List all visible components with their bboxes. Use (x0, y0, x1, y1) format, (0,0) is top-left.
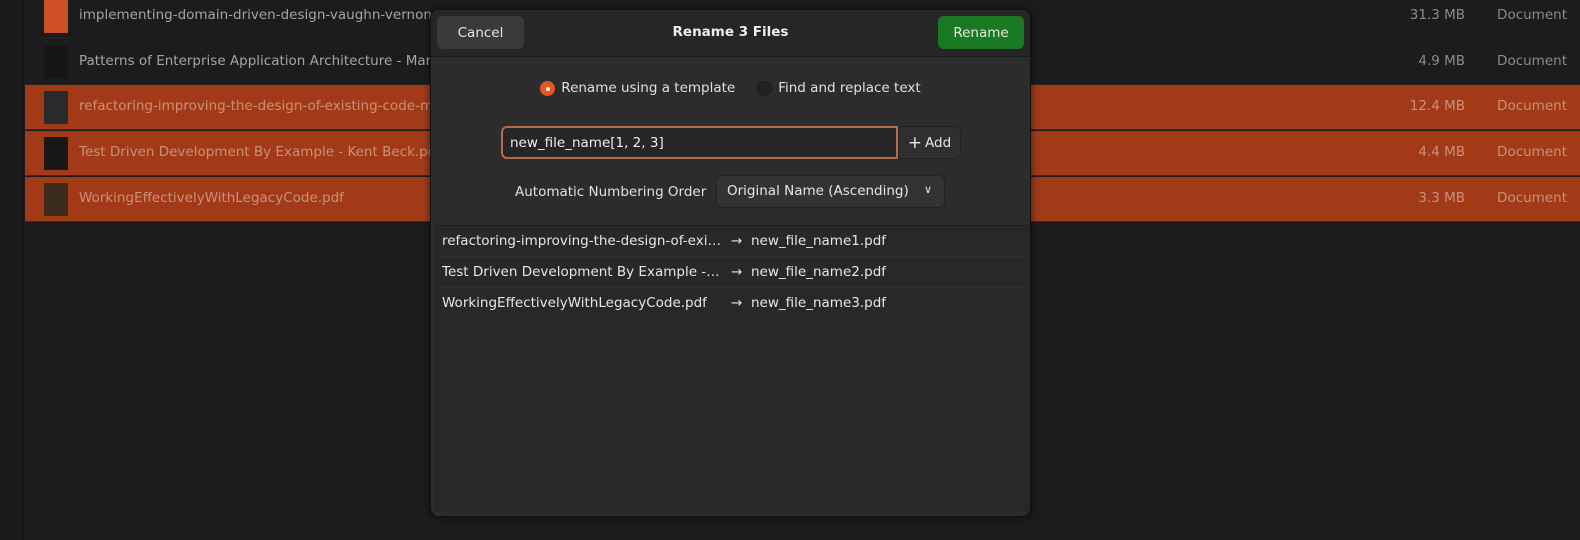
file-type: Document (1497, 190, 1567, 206)
file-type: Document (1497, 53, 1567, 69)
file-type: Document (1497, 144, 1567, 160)
original-name: WorkingEffectivelyWithLegacyCode.pdf (442, 295, 707, 311)
new-name: new_file_name2.pdf (751, 264, 887, 280)
rename-button[interactable]: Rename (938, 16, 1024, 49)
original-name: Test Driven Development By Example - … (442, 264, 722, 280)
file-size: 3.3 MB (1418, 190, 1465, 206)
file-name: WorkingEffectivelyWithLegacyCode.pdf (79, 190, 344, 206)
arrow-icon: → (731, 233, 743, 249)
file-type: Document (1497, 98, 1567, 114)
numbering-label: Automatic Numbering Order (515, 184, 707, 200)
list-item: WorkingEffectivelyWithLegacyCode.pdf → new… (436, 288, 1030, 319)
numbering-order-dropdown[interactable]: Original Name (Ascending) ∨ (716, 175, 945, 208)
file-name: Test Driven Development By Example - Ken… (79, 144, 442, 160)
file-size: 4.4 MB (1418, 144, 1465, 160)
template-input[interactable] (501, 126, 898, 159)
list-item: Test Driven Development By Example - … → n… (436, 257, 1030, 288)
add-label: Add (925, 134, 952, 151)
add-button[interactable]: + Add (898, 126, 961, 159)
plus-icon: + (907, 132, 923, 153)
radio-label: Find and replace text (778, 80, 921, 96)
radio-find-replace[interactable]: Find and replace text (757, 80, 921, 96)
list-item: refactoring-improving-the-design-of-exi…… (436, 226, 1030, 257)
file-type: Document (1497, 7, 1567, 23)
rename-dialog: Cancel Rename 3 Files Rename Rename usin… (430, 9, 1031, 517)
radio-label: Rename using a template (561, 80, 736, 96)
file-size: 4.9 MB (1418, 53, 1465, 69)
radio-unchecked-icon (757, 80, 773, 96)
file-size: 12.4 MB (1409, 98, 1465, 114)
new-name: new_file_name1.pdf (751, 233, 887, 249)
file-size: 31.3 MB (1409, 7, 1465, 23)
original-name: refactoring-improving-the-design-of-exi… (442, 233, 721, 249)
file-name: implementing-domain-driven-design-vaughn… (79, 7, 459, 23)
file-thumbnail (44, 91, 68, 124)
arrow-icon: → (731, 295, 743, 311)
new-name: new_file_name3.pdf (751, 295, 887, 311)
file-thumbnail (44, 0, 68, 33)
dialog-header: Cancel Rename 3 Files Rename (431, 10, 1030, 57)
file-thumbnail (44, 183, 68, 216)
rename-mode: Rename using a template Find and replace… (431, 80, 1030, 96)
file-thumbnail (44, 46, 68, 79)
rename-preview-list: refactoring-improving-the-design-of-exi…… (435, 225, 1030, 512)
radio-checked-icon (540, 80, 556, 96)
chevron-down-icon: ∨ (923, 183, 932, 196)
radio-template[interactable]: Rename using a template (540, 80, 735, 96)
file-thumbnail (44, 137, 68, 170)
arrow-icon: → (731, 264, 743, 280)
dropdown-value: Original Name (Ascending) (727, 183, 909, 199)
sidebar (0, 0, 24, 540)
